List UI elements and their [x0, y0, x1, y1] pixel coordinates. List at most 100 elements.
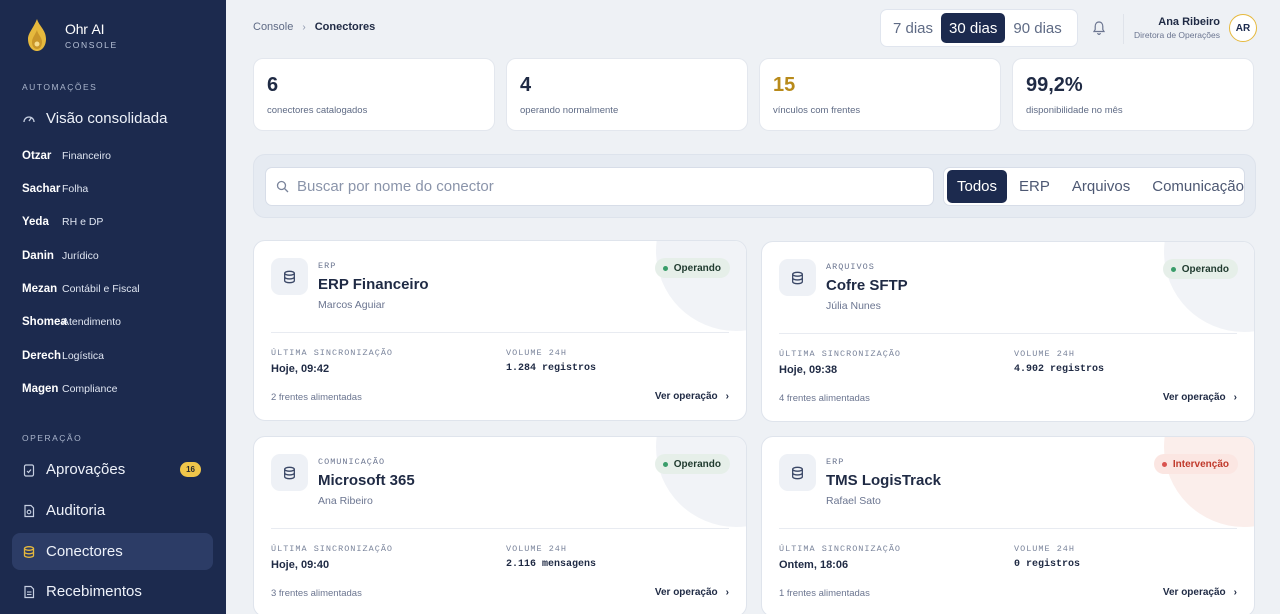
nav-approvals-label: Aprovações: [46, 461, 126, 478]
nav-receipts[interactable]: Recebimentos: [12, 573, 213, 610]
view-operation-label: Ver operação: [654, 587, 718, 598]
status-dot-icon: [662, 461, 668, 467]
view-operation-link[interactable]: Ver operação ›: [1163, 587, 1237, 598]
category-filter: Todos ERP Arquivos Comunicação: [943, 167, 1245, 206]
database-icon: [779, 259, 816, 296]
volume-label: VOLUME 24H: [1014, 349, 1076, 359]
stat-card-availability: 99,2% disponibilidade no mês: [1012, 58, 1254, 131]
card-decoration: [656, 241, 746, 331]
unit-code: Otzar: [22, 150, 52, 162]
nav-overview[interactable]: Visão consolidada: [12, 100, 213, 137]
breadcrumb-current: Conectores: [314, 21, 376, 33]
stat-card-links: 15 vínculos com frentes: [759, 58, 1001, 131]
connector-title: ERP Financeiro: [318, 276, 429, 293]
bell-icon[interactable]: [1092, 20, 1106, 36]
sidebar-item-danin[interactable]: Danin Jurídico: [22, 246, 99, 266]
brand[interactable]: Ohr AI CONSOLE: [24, 18, 118, 52]
sidebar-item-mezan[interactable]: Mezan Contábil e Fiscal: [22, 279, 140, 299]
sidebar-item-yeda[interactable]: Yeda RH e DP: [22, 212, 103, 232]
connector-card-microsoft-365[interactable]: COMUNICAÇÃO Microsoft 365 Ana Ribeiro Op…: [253, 436, 747, 614]
unit-name: Compliance: [62, 383, 118, 395]
document-search-icon: [22, 504, 36, 518]
status-label: Intervenção: [1172, 458, 1229, 470]
sidebar: Ohr AI CONSOLE AUTOMAÇÕES Visão consolid…: [0, 0, 226, 614]
card-decoration: [1164, 242, 1254, 332]
last-sync-value: Ontem, 18:06: [779, 559, 849, 571]
chevron-right-icon: ›: [725, 587, 729, 598]
view-operation-link[interactable]: Ver operação ›: [655, 587, 729, 598]
divider: [1123, 14, 1124, 44]
connector-card-erp-financeiro[interactable]: ERP ERP Financeiro Marcos Aguiar Operand…: [253, 240, 747, 421]
unit-code: Yeda: [22, 216, 49, 228]
search-box[interactable]: [265, 167, 934, 206]
receipt-icon: [22, 585, 36, 599]
filter-all[interactable]: Todos: [947, 170, 1008, 203]
sidebar-item-sachar[interactable]: Sachar Folha: [22, 179, 88, 199]
connector-category: ERP: [826, 457, 845, 467]
last-sync-value: Hoje, 09:42: [271, 363, 330, 375]
stat-label: disponibilidade no mês: [1026, 105, 1123, 116]
sidebar-item-derech[interactable]: Derech Logística: [22, 346, 104, 366]
connector-category: COMUNICAÇÃO: [318, 457, 386, 467]
chevron-right-icon: ›: [302, 21, 306, 33]
volume-value: 1.284 registros: [506, 363, 597, 374]
nav-connectors[interactable]: Conectores: [12, 533, 213, 570]
last-sync-value: Hoje, 09:40: [271, 559, 330, 571]
stat-label: operando normalmente: [520, 105, 619, 116]
filter-communication[interactable]: Comunicação: [1142, 170, 1254, 203]
divider: [779, 333, 1237, 334]
section-operation: OPERAÇÃO: [22, 433, 83, 443]
status-badge: Operando: [654, 454, 730, 474]
filter-files[interactable]: Arquivos: [1062, 170, 1140, 203]
nav-approvals[interactable]: Aprovações 16: [12, 451, 213, 488]
status-dot-icon: [1161, 461, 1167, 467]
connector-card-tms-logistrack[interactable]: ERP TMS LogisTrack Rafael Sato Intervenç…: [761, 436, 1255, 614]
database-icon: [271, 454, 308, 491]
database-icon: [779, 454, 816, 491]
view-operation-link[interactable]: Ver operação ›: [655, 391, 729, 402]
sidebar-item-magen[interactable]: Magen Compliance: [22, 379, 117, 399]
stat-label: vínculos com frentes: [773, 105, 861, 116]
user-name: Ana Ribeiro: [1158, 16, 1220, 28]
volume-label: VOLUME 24H: [506, 544, 568, 554]
status-dot-icon: [662, 265, 668, 271]
unit-code: Danin: [22, 250, 54, 262]
last-sync-label: ÚLTIMA SINCRONIZAÇÃO: [779, 349, 902, 359]
stat-value: 4: [520, 74, 532, 96]
unit-name: Logística: [62, 350, 105, 362]
view-operation-link[interactable]: Ver operação ›: [1163, 392, 1237, 403]
avatar[interactable]: AR: [1229, 14, 1257, 42]
nav-audit[interactable]: Auditoria: [12, 492, 213, 529]
connector-owner: Júlia Nunes: [826, 300, 881, 312]
connector-category: ERP: [318, 261, 337, 271]
range-7-days[interactable]: 7 dias: [885, 13, 941, 43]
status-dot-icon: [1170, 266, 1176, 272]
divider: [779, 528, 1237, 529]
gauge-icon: [22, 112, 36, 126]
stat-label: conectores catalogados: [267, 105, 368, 116]
stat-value: 6: [267, 74, 279, 96]
brand-subtitle: CONSOLE: [65, 39, 118, 50]
connector-card-cofre-sftp[interactable]: ARQUIVOS Cofre SFTP Júlia Nunes Operando…: [761, 241, 1255, 422]
filter-erp[interactable]: ERP: [1009, 170, 1060, 203]
sidebar-item-shomea[interactable]: Shomea Atendimento: [22, 312, 121, 332]
sidebar-item-otzar[interactable]: Otzar Financeiro: [22, 146, 111, 166]
last-sync-value: Hoje, 09:38: [779, 364, 838, 376]
user-role: Diretora de Operações: [1134, 30, 1220, 40]
nav-connectors-label: Conectores: [46, 543, 123, 560]
range-90-days[interactable]: 90 dias: [1005, 13, 1069, 43]
search-input[interactable]: [297, 178, 897, 195]
status-label: Operando: [673, 458, 721, 470]
search-icon: [276, 180, 289, 193]
status-badge: Operando: [654, 258, 730, 278]
connector-title: TMS LogisTrack: [826, 472, 942, 489]
nav-receipts-label: Recebimentos: [46, 583, 142, 600]
topbar: Console › Conectores 7 dias 30 dias 90 d…: [226, 0, 1280, 56]
unit-code: Magen: [22, 383, 59, 395]
divider: [271, 528, 729, 529]
breadcrumb-console[interactable]: Console: [253, 21, 293, 33]
range-30-days[interactable]: 30 dias: [941, 13, 1006, 43]
status-badge: Intervenção: [1153, 454, 1238, 474]
nav-overview-label: Visão consolidada: [46, 110, 168, 127]
stat-card-operating: 4 operando normalmente: [506, 58, 748, 131]
